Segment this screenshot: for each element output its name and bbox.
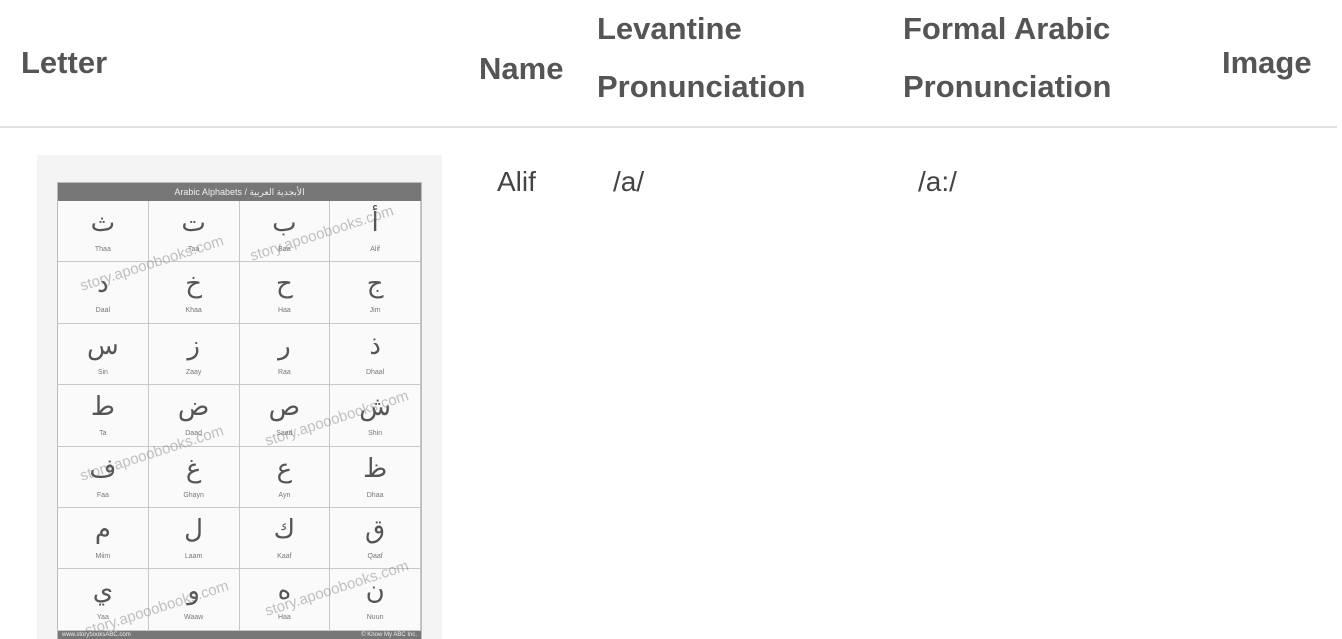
letter-name: Ayn	[278, 491, 291, 499]
letter-name: Kaaf	[277, 553, 292, 560]
letter-cell: ح Haa	[239, 262, 331, 324]
letter-cell: ك Kaaf	[239, 508, 331, 570]
letter-glyph: ت	[181, 208, 206, 238]
letter-glyph: ي	[92, 576, 114, 607]
letter-name: Ghayn	[183, 491, 204, 499]
arabic-alphabet-chart-image: Arabic Alphabets / الأبجدية العربية ث Tha…	[37, 155, 442, 639]
header-name: Name	[479, 51, 564, 86]
letter-cell: ذ Dhaal	[330, 323, 421, 386]
letter-cell: ل Laam	[148, 508, 240, 570]
letter-glyph: خ	[185, 269, 203, 300]
letter-glyph: ث	[90, 208, 116, 238]
letter-name: Raa	[277, 368, 291, 376]
letter-name: Faa	[96, 491, 109, 499]
letter-name: Ta	[99, 430, 107, 438]
cell-formal: /a:/	[918, 166, 957, 197]
letter-glyph: ظ	[363, 453, 388, 484]
letter-cell: ز Zaay	[148, 323, 240, 386]
cell-name: Alif	[497, 166, 536, 197]
letter-glyph: ع	[276, 453, 293, 484]
chart-title: Arabic Alphabets / الأبجدية العربية	[58, 183, 421, 201]
letter-glyph: ط	[90, 392, 115, 423]
header-formal-line2: Pronunciation	[903, 69, 1112, 104]
header-image: Image	[1222, 45, 1312, 80]
letter-cell: ع Ayn	[239, 446, 331, 508]
letter-name: Shin	[368, 430, 383, 438]
letter-name: Sin	[97, 368, 108, 376]
letter-name: Haa	[277, 307, 291, 315]
letter-name: Daal	[95, 307, 111, 315]
letter-cell: ث Thaa	[58, 201, 149, 263]
letter-name: Zaay	[185, 368, 202, 376]
letter-name: Alif	[370, 246, 380, 253]
letter-glyph: ز	[187, 330, 200, 361]
letter-name: Dhaa	[366, 491, 384, 499]
letter-cell: ظ Dhaa	[330, 446, 421, 508]
letter-name: Laam	[184, 553, 203, 560]
letter-cell: ق Qaaf	[330, 508, 421, 570]
header-letter: Letter	[21, 45, 108, 80]
letter-glyph: ج	[366, 269, 384, 300]
letter-glyph: س	[87, 330, 119, 361]
letter-cell: م Miim	[58, 508, 149, 570]
letter-name: Thaa	[94, 246, 111, 253]
letter-name: Jim	[369, 307, 381, 315]
alphabet-table: Letter Name Levantine Pronunciation Form…	[0, 0, 1342, 639]
letter-name: Haa	[277, 614, 291, 622]
header-levantine-line1: Levantine	[597, 11, 742, 46]
chart-footer-right: © Know My ABC Inc.	[361, 632, 417, 638]
letter-cell: خ Khaa	[148, 262, 240, 324]
letter-cell: ج Jim	[330, 262, 421, 324]
letter-name: Nuun	[366, 614, 384, 622]
letter-cell: ر Raa	[239, 323, 331, 386]
header-formal-line1: Formal Arabic	[903, 11, 1111, 46]
letter-glyph: ل	[184, 515, 204, 545]
letter-cell: س Sin	[58, 323, 149, 386]
letter-glyph: م	[94, 515, 111, 545]
letter-name: Dhaal	[365, 368, 385, 376]
letter-cell: ط Ta	[58, 385, 149, 447]
letter-glyph: ح	[275, 269, 293, 300]
letter-glyph: ك	[273, 515, 296, 545]
letter-glyph: ر	[278, 330, 291, 361]
cell-levantine: /a/	[613, 166, 645, 197]
letter-glyph: ذ	[369, 330, 381, 361]
letter-glyph: ض	[177, 392, 210, 423]
letter-glyph: ق	[365, 515, 386, 545]
letter-name: Miim	[95, 553, 111, 560]
letter-name: Khaa	[185, 307, 202, 315]
header-levantine-line2: Pronunciation	[597, 69, 806, 104]
header-divider	[0, 126, 1337, 128]
chart-footer: www.storybooksABC.com © Know My ABC Inc.	[58, 631, 421, 639]
